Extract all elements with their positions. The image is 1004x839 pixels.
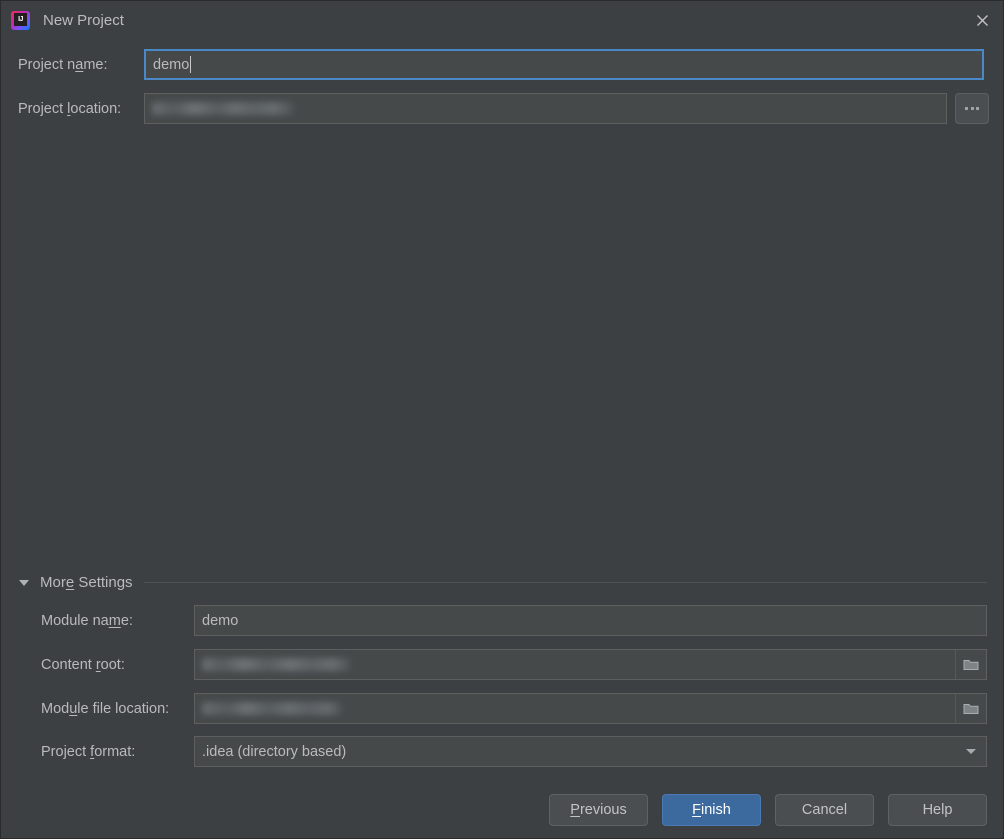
content-root-browse-button[interactable] (955, 650, 986, 679)
module-file-location-browse-button[interactable] (955, 694, 986, 723)
content-root-label: Content root: (41, 656, 125, 673)
folder-icon (963, 704, 979, 714)
dialog-footer: Previous Finish Cancel Help (549, 794, 987, 826)
module-name-row: Module name: demo (41, 605, 987, 636)
help-button[interactable]: Help (888, 794, 987, 826)
section-divider (143, 582, 987, 583)
project-location-row: Project location: (18, 93, 947, 124)
project-name-label: Project name: (18, 56, 108, 73)
more-settings-label: More Settings (40, 574, 133, 591)
text-caret (190, 56, 192, 73)
redacted-path (202, 702, 342, 715)
previous-button[interactable]: Previous (549, 794, 648, 826)
close-button[interactable] (959, 1, 1004, 39)
project-format-select[interactable]: .idea (directory based) (194, 736, 987, 767)
title-bar: New Project (1, 1, 1004, 39)
module-name-value: demo (202, 612, 239, 629)
module-file-location-input[interactable] (194, 693, 987, 724)
intellij-idea-icon (11, 10, 30, 30)
project-format-value: .idea (directory based) (202, 743, 347, 760)
project-name-value: demo (153, 56, 190, 73)
project-name-input[interactable]: demo (144, 49, 984, 80)
project-format-dropdown-button[interactable] (955, 737, 986, 766)
more-settings-toggle[interactable]: More Settings (19, 574, 987, 591)
module-name-label: Module name: (41, 612, 133, 629)
folder-icon (963, 660, 979, 670)
project-format-label: Project format: (41, 743, 136, 760)
cancel-button[interactable]: Cancel (775, 794, 874, 826)
new-project-dialog: New Project Project name: demo Project l… (0, 0, 1004, 839)
finish-button[interactable]: Finish (662, 794, 761, 826)
project-name-row: Project name: demo (18, 49, 984, 80)
project-location-label: Project location: (18, 100, 122, 117)
redacted-path (152, 102, 294, 115)
project-format-row: Project format: .idea (directory based) (41, 736, 987, 767)
ellipsis-icon (965, 107, 979, 110)
module-file-location-label: Module file location: (41, 700, 170, 717)
module-name-input[interactable]: demo (194, 605, 987, 636)
content-root-row: Content root: (41, 649, 987, 680)
chevron-down-icon (965, 749, 976, 754)
content-root-input[interactable] (194, 649, 987, 680)
project-location-browse-button[interactable] (955, 93, 989, 124)
project-location-input[interactable] (144, 93, 947, 124)
redacted-path (202, 658, 350, 671)
chevron-down-icon (19, 579, 29, 586)
dialog-title: New Project (43, 11, 124, 29)
module-file-location-row: Module file location: (41, 693, 987, 724)
close-icon (976, 14, 988, 26)
